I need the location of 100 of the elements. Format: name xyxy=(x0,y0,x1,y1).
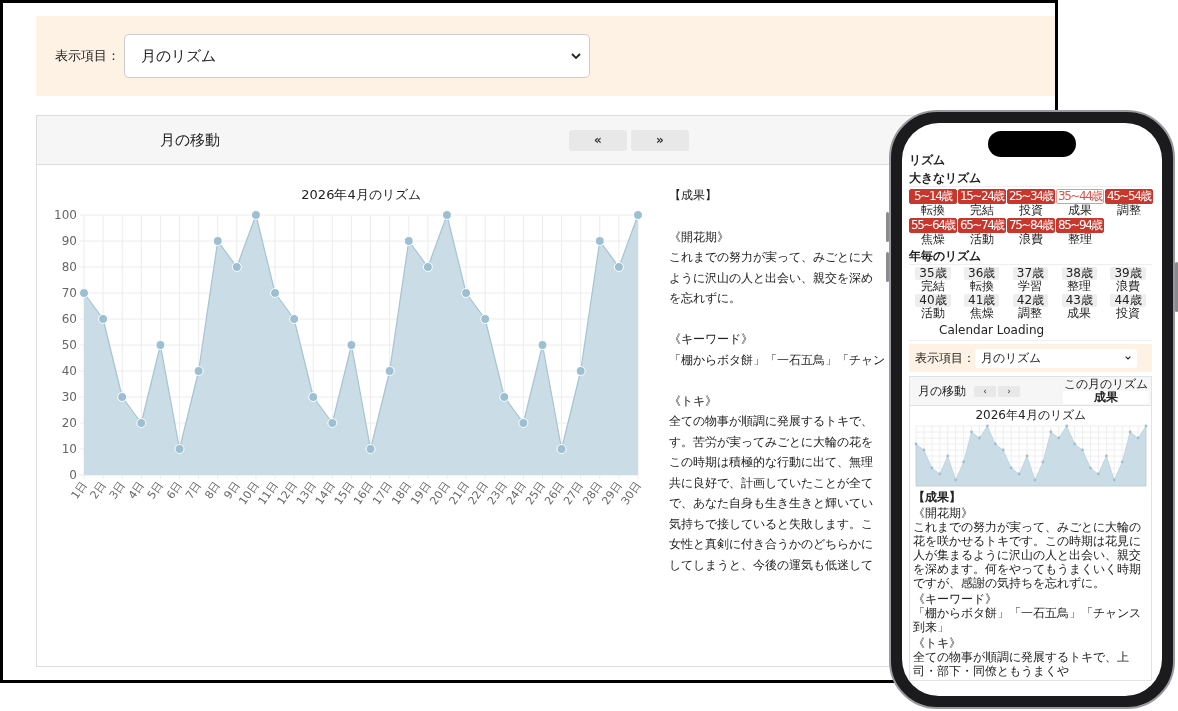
age-tag[interactable]: 55~64歳 xyxy=(909,218,957,233)
data-point xyxy=(633,210,643,220)
body-text: を忘れずに。 xyxy=(669,289,742,307)
data-point xyxy=(556,444,567,454)
rhythm-label: 調整 xyxy=(1117,204,1141,217)
body-text: してしまうと、今後の運気も低迷して xyxy=(669,555,874,574)
year-tag[interactable]: 35歳 xyxy=(915,267,951,280)
nav-button[interactable]: » xyxy=(631,129,689,151)
year-tag[interactable]: 37歳 xyxy=(1012,267,1049,280)
body-text: す。苦労が実ってみごとに大輪の花を xyxy=(669,432,874,451)
data-point xyxy=(79,288,89,298)
body-text: で、あなた自身も生き生きと輝いてい xyxy=(669,494,874,512)
rhythm-label: 活動 xyxy=(920,307,945,320)
data-point xyxy=(174,444,185,454)
data-point xyxy=(499,392,510,402)
chart-title: 2026年4月のリズム xyxy=(301,187,421,202)
age-tag[interactable]: 35~44歳 xyxy=(1056,189,1104,204)
year-tag[interactable]: 44歳 xyxy=(1110,294,1146,307)
data-point xyxy=(346,340,357,350)
card-title: 月の移動 xyxy=(160,130,221,150)
data-point xyxy=(441,210,452,220)
year-tag[interactable]: 43歳 xyxy=(1061,294,1097,307)
year-tag[interactable]: 38歳 xyxy=(1061,267,1097,280)
y-tick-label: 40 xyxy=(61,364,77,379)
rhythm-label: 投資 xyxy=(1019,204,1043,217)
data-point xyxy=(289,314,300,324)
data-point xyxy=(613,262,624,272)
year-tag[interactable]: 41歳 xyxy=(964,294,1000,307)
age-tag[interactable]: 25~34歳 xyxy=(1007,189,1055,204)
card-title: 月の移動 xyxy=(918,384,967,398)
rhythm-label: 焦燥 xyxy=(969,307,994,320)
x-tick-label: 7日 xyxy=(183,479,205,502)
data-point xyxy=(136,418,147,428)
select-field[interactable]: 月のリズム xyxy=(124,34,590,78)
result-heading: 【成果】 xyxy=(913,490,962,504)
data-point xyxy=(537,340,548,350)
y-tick-label: 60 xyxy=(61,312,77,327)
year-tag[interactable]: 42歳 xyxy=(1012,294,1049,307)
nav-button[interactable]: ‹ xyxy=(974,385,996,397)
age-tag[interactable]: 75~84歳 xyxy=(1007,218,1055,233)
age-tag[interactable]: 45~54歳 xyxy=(1105,189,1153,204)
body-text: 全ての物事が順調に発展するトキで、上司・部下・同僚ともうまくや xyxy=(913,650,1130,678)
data-point xyxy=(117,392,128,402)
rhythm-label: 成果 xyxy=(1067,307,1092,320)
y-tick-label: 30 xyxy=(61,390,77,405)
data-point xyxy=(403,236,414,246)
data-point xyxy=(594,236,605,246)
body-text: 女性と真剣に付き合うかのどちらかに xyxy=(669,535,874,553)
age-tag[interactable]: 5~14歳 xyxy=(909,189,957,204)
body-text: この時期は積極的な行動に出て、無理 xyxy=(669,453,874,471)
data-point xyxy=(250,210,261,220)
data-point xyxy=(480,314,491,324)
rhythm-label: 焦燥 xyxy=(921,233,945,246)
y-tick-label: 10 xyxy=(61,442,77,457)
select-field[interactable]: 月のリズム xyxy=(975,348,1137,368)
data-point xyxy=(518,418,529,428)
data-point xyxy=(365,444,376,454)
rhythm-label: 整理 xyxy=(1067,280,1092,293)
body-text: 全ての物事が順調に発展するトキで、 xyxy=(669,412,874,430)
data-point xyxy=(327,418,338,428)
data-point xyxy=(575,366,586,376)
result-heading: 【成果】 xyxy=(669,186,718,204)
rhythm-label: 浪費 xyxy=(1116,280,1141,293)
x-tick-label: 6日 xyxy=(164,479,185,502)
filter-label: 表示項目： xyxy=(55,47,120,65)
age-tag[interactable]: 85~94歳 xyxy=(1056,218,1104,233)
age-tag[interactable]: 65~74歳 xyxy=(958,218,1006,233)
body-text: 共に良好で、計画していたことが全て xyxy=(669,473,874,492)
loading-text: Calendar Loading xyxy=(909,323,1152,341)
rhythm-label: 完結 xyxy=(920,280,945,293)
y-tick-label: 20 xyxy=(61,416,77,431)
year-tag[interactable]: 39歳 xyxy=(1110,267,1146,280)
body-text: 「棚からボタ餅」「一石五鳥」「チャン xyxy=(669,350,885,369)
page-title: リズム xyxy=(909,153,946,167)
body-text: これまでの努力が実って、みごとに大 xyxy=(669,248,874,266)
nav-button[interactable]: « xyxy=(569,129,627,151)
field-label: この月のリズム xyxy=(1064,378,1148,391)
body-text: ように沢山の人と出会い、親交を深め xyxy=(669,268,874,287)
data-point xyxy=(193,366,204,376)
year-tag[interactable]: 36歳 xyxy=(964,267,1000,280)
nav-button[interactable]: › xyxy=(998,385,1020,397)
x-tick-label: 5日 xyxy=(144,479,166,502)
rhythm-label: 成果 xyxy=(1068,204,1092,217)
rhythm-label: 完結 xyxy=(970,204,994,217)
section-title: 《開花期》 xyxy=(913,506,974,520)
x-tick-label: 3日 xyxy=(106,479,128,502)
rhythm-label: 学習 xyxy=(1018,280,1043,293)
rhythm-label: 投資 xyxy=(1116,307,1141,320)
section-heading: 年毎のリズム xyxy=(909,249,1152,265)
y-tick-label: 100 xyxy=(54,208,77,223)
rhythm-label: 転換 xyxy=(921,204,945,217)
data-point xyxy=(270,288,281,298)
section-title: 《トキ》 xyxy=(913,636,962,650)
body-text: 「棚からボタ餅」「一石五鳥」「チャンス到来」 xyxy=(913,606,1142,634)
rhythm-label: 浪費 xyxy=(1019,233,1043,246)
year-tag[interactable]: 40歳 xyxy=(915,294,951,307)
body-text: これまでの努力が実って、みごとに大輪の花を咲かせるトキです。この時期は花見に人が集まるように沢山の人と出会い、親交を深めます。何をやってもうまくいく時期ですが、感謝の気持ちを忘れずに。 xyxy=(913,520,1142,590)
section-title: 《キーワード》 xyxy=(913,592,998,606)
age-tag[interactable]: 15~24歳 xyxy=(958,189,1006,204)
rhythm-label: 調整 xyxy=(1018,307,1043,320)
